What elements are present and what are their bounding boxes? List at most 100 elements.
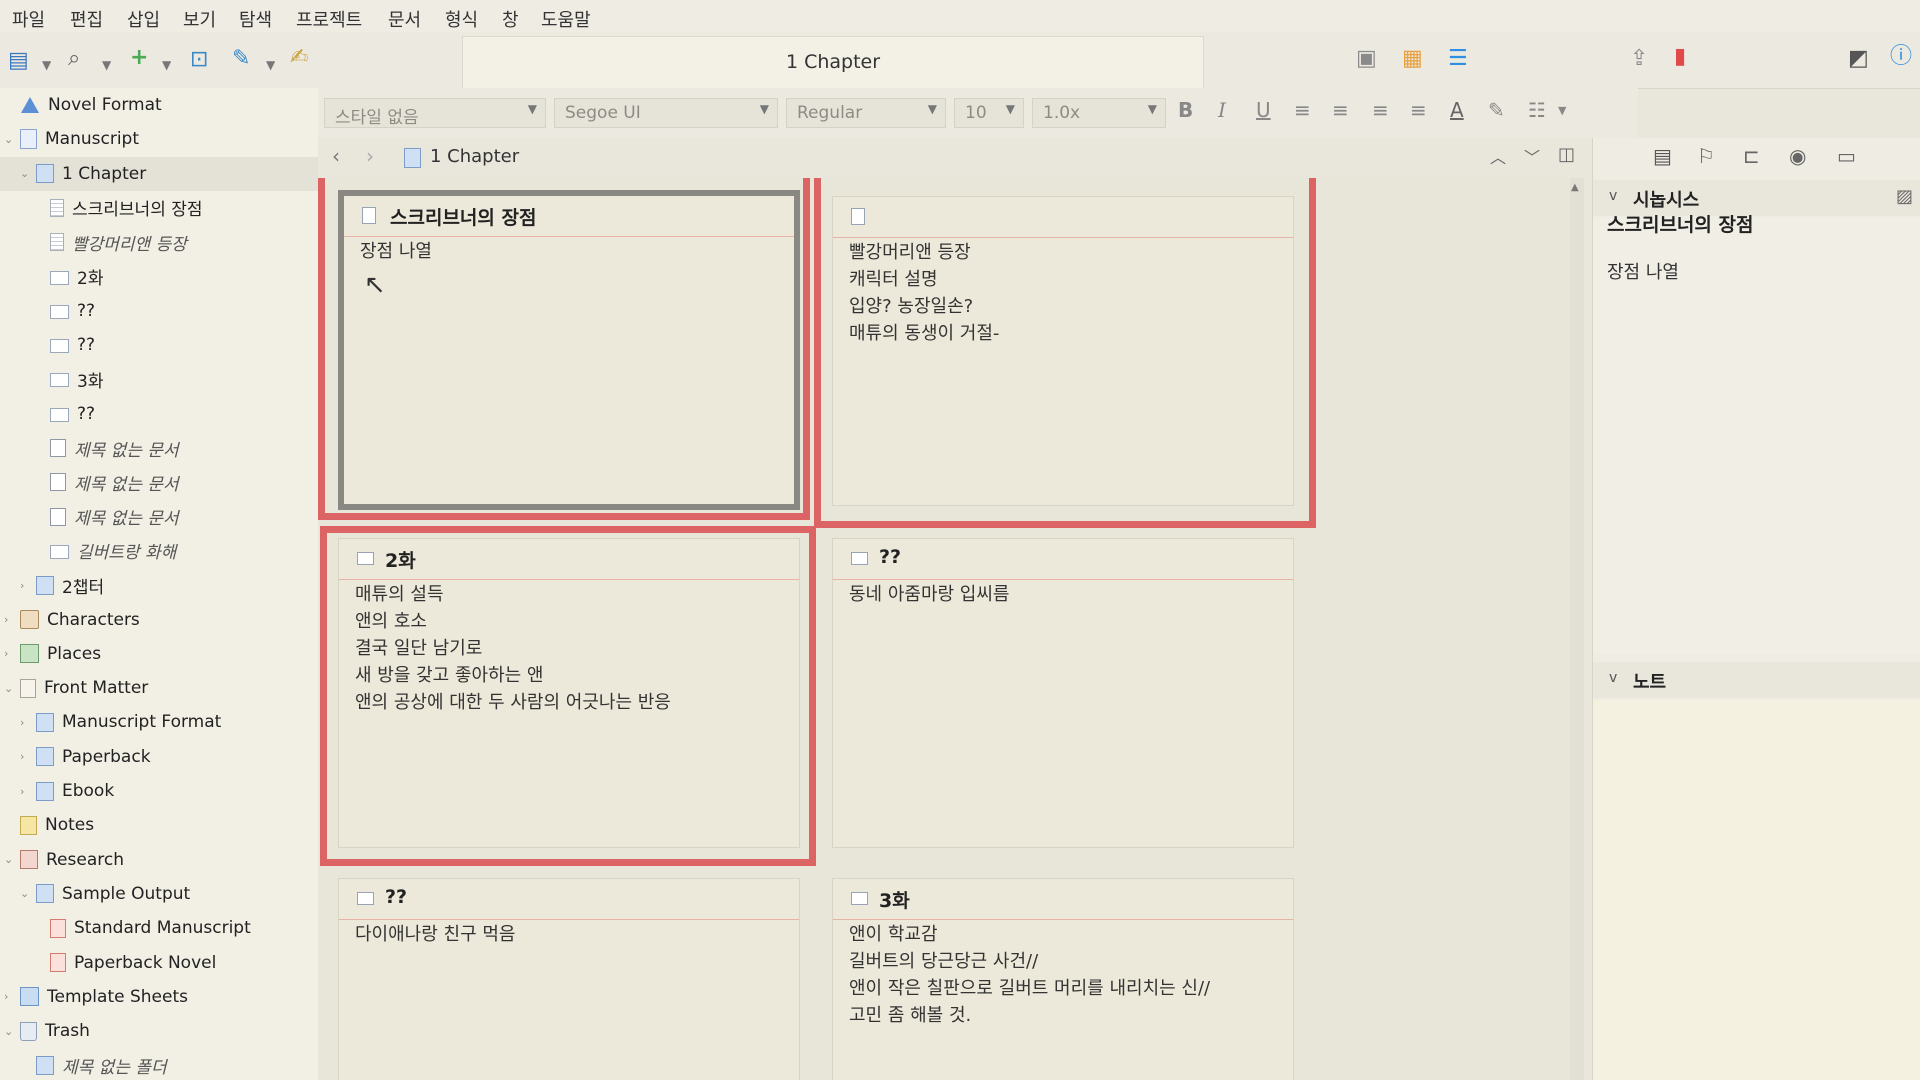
bookmark-tab-icon[interactable]: ⚐ — [1697, 144, 1715, 168]
chevron-down-icon[interactable]: ⌄ — [4, 682, 13, 695]
binder-item[interactable]: Standard Manuscript — [0, 911, 318, 945]
align-left-icon[interactable]: ≡ — [1294, 98, 1311, 122]
snapshot-tab-icon[interactable]: ◉ — [1789, 144, 1806, 168]
scroll-up-icon[interactable]: ▲ — [1571, 182, 1579, 193]
breadcrumb[interactable]: 1 Chapter — [430, 146, 519, 167]
binder-item[interactable]: 빨강머리앤 등장 — [0, 225, 318, 259]
weight-select[interactable]: Regular ▼ — [786, 98, 946, 128]
metadata-tab-icon[interactable]: ⊏ — [1743, 144, 1760, 168]
menu-window[interactable]: 창 — [502, 6, 519, 32]
share-icon[interactable]: ⇪ — [1630, 48, 1648, 70]
corkboard-scrollbar[interactable]: ▲ — [1570, 178, 1584, 1080]
card-title[interactable]: 스크리브너의 장점 — [390, 203, 536, 230]
chevron-down-icon[interactable]: ▼ — [42, 54, 51, 76]
menu-edit[interactable]: 편집 — [70, 6, 103, 32]
notes-section-header[interactable]: v 노트 — [1593, 662, 1920, 698]
binder-item[interactable]: 3화 — [0, 362, 318, 396]
underline-button[interactable]: U — [1256, 98, 1271, 122]
binder-item[interactable]: 제목 없는 문서 — [0, 431, 318, 465]
binder-item[interactable]: ⌄ Sample Output — [0, 877, 318, 911]
binder-item[interactable]: › Characters — [0, 603, 318, 637]
binder-toggle-icon[interactable]: ▤ — [8, 50, 29, 72]
binder-item[interactable]: › Template Sheets — [0, 980, 318, 1014]
card-synopsis[interactable]: 동네 아줌마랑 입씨름 — [849, 581, 1283, 608]
card-synopsis[interactable]: 다이애나랑 친구 먹음 — [355, 921, 789, 948]
card-title-bar[interactable]: 2화 — [339, 539, 799, 580]
card-title[interactable]: ?? — [385, 886, 407, 908]
binder-item[interactable]: ⌄ Front Matter — [0, 671, 318, 705]
menu-view[interactable]: 보기 — [183, 6, 216, 32]
scrivenings-view-icon[interactable]: ▣ — [1356, 48, 1377, 70]
card-synopsis[interactable]: 매튜의 설득 앤의 호소 결국 일단 남기로 새 방을 갖고 좋아하는 앤 앤의 공상에… — [355, 581, 789, 716]
card-title-bar[interactable]: 스크리브너의 장점 — [344, 196, 794, 237]
binder-item[interactable]: ?? — [0, 397, 318, 431]
binder-item[interactable]: ⌄ 1 Chapter — [0, 156, 318, 191]
card-synopsis[interactable]: 빨강머리앤 등장 캐릭터 설명 입양? 농장일손? 매튜의 동생이 거절- — [849, 239, 1283, 347]
index-card[interactable]: 빨강머리앤 등장 캐릭터 설명 입양? 농장일손? 매튜의 동생이 거절- — [832, 196, 1294, 506]
binder-item[interactable]: ⌄ Trash — [0, 1014, 318, 1048]
edit-mode-icon[interactable]: ◩ — [1848, 48, 1869, 70]
chevron-down-icon[interactable]: ▼ — [266, 54, 275, 76]
menu-format[interactable]: 형식 — [445, 6, 478, 32]
bold-button[interactable]: B — [1178, 98, 1193, 122]
index-card[interactable]: 2화 매튜의 설득 앤의 호소 결국 일단 남기로 새 방을 갖고 좋아하는 앤 앤의 … — [338, 538, 800, 848]
search-icon[interactable]: ⌕ — [68, 48, 80, 70]
chevron-right-icon[interactable]: › — [4, 613, 8, 626]
card-synopsis[interactable]: 장점 나열 — [360, 238, 784, 265]
index-card[interactable]: 스크리브너의 장점 장점 나열 ↖ — [338, 190, 800, 510]
binder-item[interactable]: › Paperback — [0, 740, 318, 774]
menu-insert[interactable]: 삽입 — [127, 6, 160, 32]
menu-file[interactable]: 파일 — [12, 6, 45, 32]
chevron-right-icon[interactable]: › — [4, 990, 8, 1003]
chevron-down-icon[interactable]: ⌄ — [20, 167, 29, 180]
align-justify-icon[interactable]: ≡ — [1372, 98, 1389, 122]
binder-item[interactable]: 길버트랑 화해 — [0, 534, 318, 568]
binder-item[interactable]: 제목 없는 문서 — [0, 500, 318, 534]
italic-button[interactable]: I — [1218, 98, 1226, 122]
index-card[interactable]: ?? 동네 아줌마랑 입씨름 — [832, 538, 1294, 848]
synopsis-tab-icon[interactable]: ▤ — [1653, 144, 1672, 168]
binder-item[interactable]: 스크리브너의 장점 — [0, 191, 318, 225]
attach-icon[interactable]: ✎ — [232, 48, 250, 70]
outline-view-icon[interactable]: ☰ — [1448, 48, 1468, 70]
card-title-bar[interactable] — [833, 197, 1293, 238]
chevron-up-icon[interactable]: ︿ — [1490, 144, 1506, 168]
chevron-down-icon[interactable]: ▼ — [102, 54, 111, 76]
font-select[interactable]: Segoe UI ▼ — [554, 98, 778, 128]
line-spacing-select[interactable]: 1.0x ▼ — [1032, 98, 1166, 128]
index-card[interactable]: 3화 앤이 학교감 길버트의 당근당근 사건//앤이 작은 칠판으로 길버트 머리… — [832, 878, 1294, 1080]
chevron-down-icon[interactable]: ⌄ — [4, 1025, 13, 1038]
card-title-bar[interactable]: ?? — [833, 539, 1293, 580]
card-title[interactable]: 3화 — [879, 886, 910, 913]
back-arrow-icon[interactable]: ‹ — [332, 144, 340, 168]
notes-editor[interactable] — [1593, 700, 1920, 1080]
menu-navigate[interactable]: 탐색 — [239, 6, 272, 32]
comments-tab-icon[interactable]: ▭ — [1837, 144, 1856, 168]
chevron-right-icon[interactable]: › — [20, 579, 24, 592]
binder-item[interactable]: 제목 없는 폴더 — [0, 1048, 318, 1080]
binder-item[interactable]: › Ebook — [0, 774, 318, 808]
card-title[interactable]: 2화 — [385, 546, 416, 573]
binder-item[interactable]: › 2챕터 — [0, 568, 318, 602]
card-title-bar[interactable]: ?? — [339, 879, 799, 920]
chevron-down-icon[interactable]: ▼ — [1558, 104, 1566, 117]
chevron-right-icon[interactable]: › — [20, 785, 24, 798]
index-card[interactable]: ?? 다이애나랑 친구 먹음 — [338, 878, 800, 1080]
binder-item[interactable]: Notes — [0, 808, 318, 842]
menu-help[interactable]: 도움말 — [541, 6, 591, 32]
chevron-down-icon[interactable]: v — [1609, 188, 1617, 204]
chevron-down-icon[interactable]: v — [1609, 670, 1617, 686]
corkboard-view-icon[interactable]: ▦ — [1402, 48, 1423, 70]
trash-toolbar-icon[interactable]: ⊡ — [190, 49, 208, 71]
font-size-select[interactable]: 10 ▼ — [954, 98, 1024, 128]
menu-project[interactable]: 프로젝트 — [296, 6, 362, 32]
binder-item[interactable]: Paperback Novel — [0, 946, 318, 980]
highlight-pen-icon[interactable]: ✎ — [1488, 98, 1505, 122]
synopsis-title[interactable]: 스크리브너의 장점 — [1607, 210, 1753, 237]
chevron-down-icon[interactable]: ⌄ — [4, 133, 13, 146]
chevron-right-icon[interactable]: › — [4, 647, 8, 660]
chevron-down-icon[interactable]: ⌄ — [20, 887, 29, 900]
image-icon[interactable]: ▨ — [1896, 186, 1913, 207]
synopsis-text[interactable]: 장점 나열 — [1607, 258, 1679, 284]
binder-item[interactable]: Novel Format — [0, 88, 318, 122]
